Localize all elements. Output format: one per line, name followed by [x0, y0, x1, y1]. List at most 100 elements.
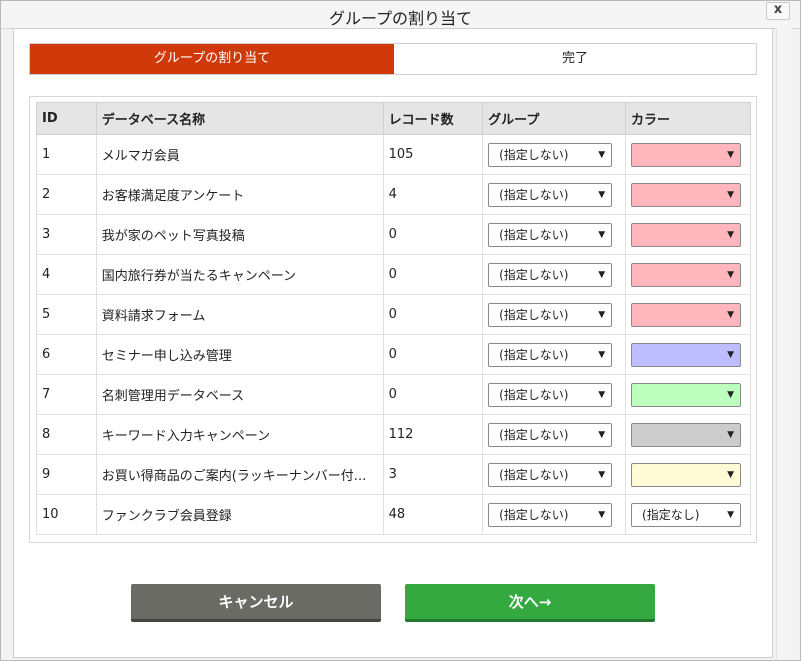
color-select[interactable]: ▼: [631, 462, 742, 487]
row-color-cell: ▼: [625, 414, 751, 455]
row-database-name: お客様満足度アンケート: [95, 174, 384, 215]
color-select[interactable]: ▼: [631, 222, 742, 247]
row-database-name: 名刺管理用データベース: [95, 374, 384, 415]
step-indicator: グループの割り当て 完了: [29, 43, 757, 75]
database-table: ID データベース名称 レコード数 グループ カラー 1 メルマガ会員 105 (指定…: [36, 102, 751, 535]
row-id: 10: [36, 494, 97, 535]
row-id: 6: [36, 334, 97, 375]
group-select[interactable]: (指定しない) ▼: [488, 342, 613, 367]
group-select-value: (指定しない): [499, 347, 569, 362]
color-select[interactable]: (指定なし) ▼: [631, 502, 742, 527]
group-select[interactable]: (指定しない) ▼: [488, 462, 613, 487]
chevron-down-icon: ▼: [727, 229, 735, 240]
row-group-cell: (指定しない) ▼: [482, 374, 627, 415]
row-group-cell: (指定しない) ▼: [482, 254, 627, 295]
row-record-count: 0: [382, 334, 484, 375]
row-database-name: 国内旅行券が当たるキャンペーン: [95, 254, 384, 295]
row-group-cell: (指定しない) ▼: [482, 294, 627, 335]
chevron-down-icon: ▼: [598, 269, 606, 280]
step-group-assignment: グループの割り当て: [30, 44, 394, 74]
chevron-down-icon: ▼: [598, 349, 606, 360]
row-database-name: 資料請求フォーム: [95, 294, 384, 335]
header-group: グループ: [482, 102, 627, 135]
row-color-cell: ▼: [625, 334, 751, 375]
color-select[interactable]: ▼: [631, 342, 742, 367]
table-row: 10 ファンクラブ会員登録 48 (指定しない) ▼ (指定なし) ▼: [36, 494, 751, 535]
scrollbar[interactable]: [776, 28, 792, 658]
header-name: データベース名称: [95, 102, 384, 135]
row-color-cell: ▼: [625, 134, 751, 175]
group-select[interactable]: (指定しない) ▼: [488, 502, 613, 527]
database-name-text: 国内旅行券が当たるキャンペーン: [101, 269, 297, 284]
database-table-container: ID データベース名称 レコード数 グループ カラー 1 メルマガ会員 105 (指定…: [29, 96, 757, 543]
close-button[interactable]: x: [766, 2, 790, 20]
color-select[interactable]: ▼: [631, 422, 742, 447]
chevron-down-icon: ▼: [598, 149, 606, 160]
row-database-name: キーワード入力キャンペーン: [95, 414, 384, 455]
header-color: カラー: [625, 102, 751, 135]
group-select[interactable]: (指定しない) ▼: [488, 222, 613, 247]
chevron-down-icon: ▼: [727, 429, 735, 440]
row-group-cell: (指定しない) ▼: [482, 334, 627, 375]
database-name-text: お客様満足度アンケート: [101, 189, 245, 204]
row-database-name: お買い得商品のご案内(ラッキーナンバー付...: [95, 454, 384, 495]
table-row: 5 資料請求フォーム 0 (指定しない) ▼ ▼: [36, 294, 751, 335]
row-group-cell: (指定しない) ▼: [482, 414, 627, 455]
database-name-text: 名刺管理用データベース: [101, 389, 245, 404]
chevron-down-icon: ▼: [727, 309, 735, 320]
row-record-count: 48: [382, 494, 484, 535]
step-complete: 完了: [561, 51, 588, 66]
row-record-count: 0: [382, 254, 484, 295]
color-select[interactable]: ▼: [631, 382, 742, 407]
row-record-count: 105: [382, 134, 484, 175]
dialog-window: グループの割り当て x グループの割り当て 完了 ID データベース名称 レコー…: [0, 0, 801, 661]
table-row: 4 国内旅行券が当たるキャンペーン 0 (指定しない) ▼ ▼: [36, 254, 751, 295]
row-record-count: 0: [382, 214, 484, 255]
chevron-down-icon: ▼: [598, 189, 606, 200]
next-button[interactable]: 次へ→: [405, 584, 655, 622]
group-select[interactable]: (指定しない) ▼: [488, 302, 613, 327]
group-select-value: (指定しない): [499, 507, 569, 522]
row-record-count: 3: [382, 454, 484, 495]
table-row: 2 お客様満足度アンケート 4 (指定しない) ▼ ▼: [36, 174, 751, 215]
database-name-text: 我が家のペット写真投稿: [101, 229, 245, 244]
row-group-cell: (指定しない) ▼: [482, 174, 627, 215]
group-select[interactable]: (指定しない) ▼: [488, 142, 613, 167]
chevron-down-icon: ▼: [727, 189, 735, 200]
row-database-name: セミナー申し込み管理: [95, 334, 384, 375]
color-select[interactable]: ▼: [631, 142, 742, 167]
chevron-down-icon: ▼: [727, 389, 735, 400]
color-select[interactable]: ▼: [631, 182, 742, 207]
row-color-cell: ▼: [625, 174, 751, 215]
cancel-button[interactable]: キャンセル: [131, 584, 381, 622]
row-database-name: ファンクラブ会員登録: [95, 494, 384, 535]
group-select-value: (指定しない): [499, 267, 569, 282]
title-bar: グループの割り当て x: [1, 1, 800, 29]
group-select[interactable]: (指定しない) ▼: [488, 382, 613, 407]
chevron-down-icon: ▼: [598, 509, 606, 520]
close-icon: x: [773, 2, 783, 17]
table-row: 3 我が家のペット写真投稿 0 (指定しない) ▼ ▼: [36, 214, 751, 255]
row-color-cell: ▼: [625, 294, 751, 335]
row-id: 4: [36, 254, 97, 295]
group-select[interactable]: (指定しない) ▼: [488, 182, 613, 207]
chevron-down-icon: ▼: [598, 309, 606, 320]
color-select[interactable]: ▼: [631, 302, 742, 327]
color-select[interactable]: ▼: [631, 262, 742, 287]
row-color-cell: ▼: [625, 254, 751, 295]
row-database-name: 我が家のペット写真投稿: [95, 214, 384, 255]
row-group-cell: (指定しない) ▼: [482, 134, 627, 175]
row-record-count: 112: [382, 414, 484, 455]
row-group-cell: (指定しない) ▼: [482, 454, 627, 495]
row-id: 1: [36, 134, 97, 175]
row-id: 3: [36, 214, 97, 255]
group-select[interactable]: (指定しない) ▼: [488, 262, 613, 287]
database-name-text: お買い得商品のご案内(ラッキーナンバー付...: [101, 469, 367, 484]
chevron-down-icon: ▼: [727, 149, 735, 160]
database-name-text: ファンクラブ会員登録: [101, 509, 232, 524]
group-select-value: (指定しない): [499, 147, 569, 162]
row-database-name: メルマガ会員: [95, 134, 384, 175]
table-header-row: ID データベース名称 レコード数 グループ カラー: [36, 102, 751, 135]
table-row: 1 メルマガ会員 105 (指定しない) ▼ ▼: [36, 134, 751, 175]
group-select[interactable]: (指定しない) ▼: [488, 422, 613, 447]
